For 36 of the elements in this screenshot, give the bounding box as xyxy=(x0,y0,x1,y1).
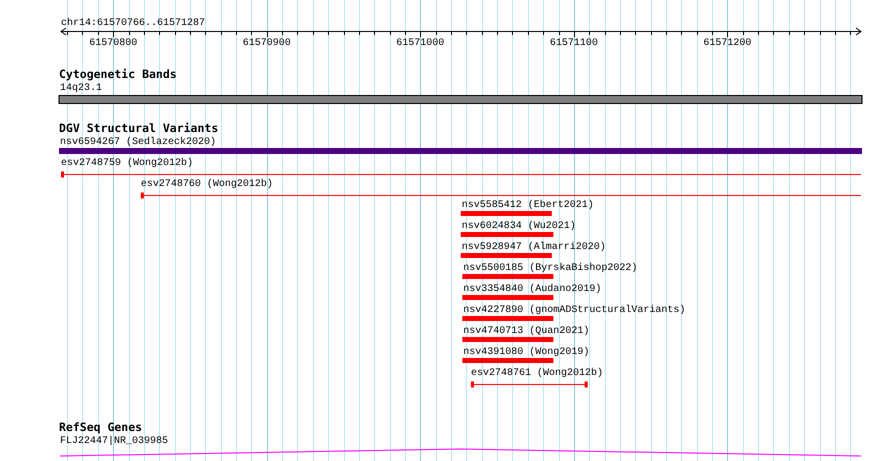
feature-label: nsv4740713 (Quan2021) xyxy=(463,326,590,337)
feature-bar[interactable] xyxy=(462,274,554,279)
feature-label: esv2748759 (Wong2012b) xyxy=(61,158,194,169)
feature-bar[interactable] xyxy=(460,232,554,237)
feature-bar[interactable] xyxy=(462,358,554,363)
track-title: DGV Structural Variants xyxy=(59,121,218,135)
feature-label: nsv5928947 (Almarri2020) xyxy=(462,242,606,253)
gene-intron-line[interactable] xyxy=(60,448,862,456)
feature-line[interactable] xyxy=(140,192,862,198)
feature-bar[interactable] xyxy=(59,148,862,154)
feature-bar[interactable] xyxy=(462,295,554,300)
feature-label: nsv3354840 (Audano2019) xyxy=(463,284,602,295)
feature-label: nsv6024834 (Wu2021) xyxy=(462,221,576,232)
feature-bar[interactable] xyxy=(462,316,554,321)
feature-line[interactable] xyxy=(60,172,862,178)
tick-label: 61571200 xyxy=(703,38,752,49)
gene-label: FLJ22447|NR_039985 xyxy=(60,436,168,447)
feature-label: esv2748760 (Wong2012b) xyxy=(140,179,273,190)
track-title: Cytogenetic Bands xyxy=(59,67,177,81)
tick-label: 61571000 xyxy=(396,38,444,49)
band-label: 14q23.1 xyxy=(60,83,102,94)
feature-label: nsv6594267 (Sedlazeck2020) xyxy=(60,137,216,148)
feature-bar[interactable] xyxy=(460,253,552,258)
tick-label: 61570900 xyxy=(242,38,291,49)
feature-label: esv2748761 (Wong2012b) xyxy=(470,368,603,379)
track-title: RefSeq Genes xyxy=(59,420,142,434)
feature-bar[interactable] xyxy=(460,211,552,216)
feature-label: nsv5585412 (Ebert2021) xyxy=(462,200,594,211)
tick-label: 61571100 xyxy=(550,38,598,49)
feature-line[interactable] xyxy=(470,382,588,388)
feature-label: nsv5500185 (ByrskaBishop2022) xyxy=(463,263,638,274)
feature-bar[interactable] xyxy=(462,337,554,342)
location-label: chr14:61570766..61571287 xyxy=(61,18,206,29)
tick-label: 61570800 xyxy=(89,38,138,49)
feature-label: nsv4391080 (Wong2019) xyxy=(463,347,590,358)
feature-label: nsv4227890 (gnomADStructuralVariants) xyxy=(463,305,686,316)
